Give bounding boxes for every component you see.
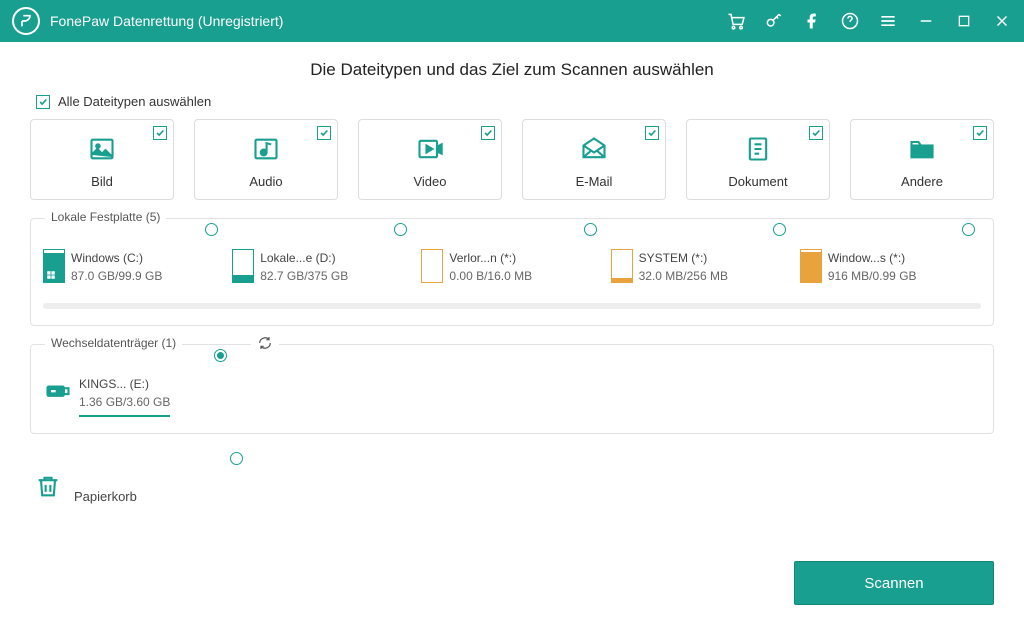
drive-win-name: Window...s (*:) [828, 249, 917, 267]
filetype-grid: Bild Audio Video E-Mail Dokument Andere [30, 119, 994, 200]
main-content: Die Dateitypen und das Ziel zum Scannen … [0, 42, 1024, 506]
usb-size: 1.36 GB/3.60 GB [79, 393, 170, 411]
drive-lost-name: Verlor...n (*:) [449, 249, 532, 267]
drive-lost-radio[interactable] [584, 223, 597, 236]
facebook-icon[interactable] [802, 11, 822, 31]
bild-label: Bild [91, 174, 113, 189]
select-all-label: Alle Dateitypen auswählen [58, 94, 211, 109]
key-icon[interactable] [764, 11, 784, 31]
usb-icon [43, 375, 73, 405]
video-checkbox[interactable] [481, 126, 495, 140]
drive-c-radio[interactable] [205, 223, 218, 236]
menu-icon[interactable] [878, 11, 898, 31]
help-icon[interactable] [840, 11, 860, 31]
close-icon[interactable] [992, 11, 1012, 31]
drive-d[interactable]: Lokale...e (D:)82.7 GB/375 GB [232, 247, 413, 285]
refresh-icon[interactable] [251, 335, 279, 356]
drive-d-radio[interactable] [394, 223, 407, 236]
drive-sys[interactable]: SYSTEM (*:)32.0 MB/256 MB [611, 247, 792, 285]
andere-label: Andere [901, 174, 943, 189]
scan-button[interactable]: Scannen [794, 561, 994, 605]
page-heading: Die Dateitypen und das Ziel zum Scannen … [30, 60, 994, 80]
usb-name: KINGS... (E:) [79, 375, 170, 393]
drive-d-name: Lokale...e (D:) [260, 249, 348, 267]
trash-label: Papierkorb [74, 489, 137, 506]
trash-icon [34, 471, 62, 506]
trash-section[interactable]: Papierkorb [34, 452, 994, 506]
select-all-row[interactable]: Alle Dateitypen auswählen [36, 94, 994, 109]
drive-sys-size: 32.0 MB/256 MB [639, 267, 728, 285]
document-icon [741, 134, 775, 164]
andere-checkbox[interactable] [973, 126, 987, 140]
audio-checkbox[interactable] [317, 126, 331, 140]
audio-label: Audio [249, 174, 282, 189]
filetype-email[interactable]: E-Mail [522, 119, 666, 200]
minimize-icon[interactable] [916, 11, 936, 31]
drive-win-size: 916 MB/0.99 GB [828, 267, 917, 285]
local-drives-legend: Lokale Festplatte (5) [45, 210, 166, 224]
drive-usb-radio[interactable] [214, 349, 227, 362]
drive-usb[interactable]: KINGS... (E:)1.36 GB/3.60 GB [43, 373, 233, 417]
select-all-checkbox[interactable] [36, 95, 50, 109]
drive-lost-size: 0.00 B/16.0 MB [449, 267, 532, 285]
window-title: FonePaw Datenrettung (Unregistriert) [50, 13, 726, 29]
filetype-audio[interactable]: Audio [194, 119, 338, 200]
bild-checkbox[interactable] [153, 126, 167, 140]
trash-radio[interactable] [230, 452, 243, 465]
dokument-label: Dokument [728, 174, 787, 189]
drive-d-size: 82.7 GB/375 GB [260, 267, 348, 285]
video-icon [413, 134, 447, 164]
drive-sys-name: SYSTEM (*:) [639, 249, 728, 267]
video-label: Video [413, 174, 446, 189]
image-icon [85, 134, 119, 164]
drive-c[interactable]: Windows (C:)87.0 GB/99.9 GB [43, 247, 224, 285]
app-logo-icon [12, 7, 40, 35]
email-icon [577, 134, 611, 164]
drive-lost[interactable]: Verlor...n (*:)0.00 B/16.0 MB [421, 247, 602, 285]
local-drives-section: Lokale Festplatte (5) Windows (C:)87.0 G… [30, 218, 994, 326]
filetype-bild[interactable]: Bild [30, 119, 174, 200]
folder-icon [905, 134, 939, 164]
filetype-video[interactable]: Video [358, 119, 502, 200]
titlebar: FonePaw Datenrettung (Unregistriert) [0, 0, 1024, 42]
filetype-dokument[interactable]: Dokument [686, 119, 830, 200]
dokument-checkbox[interactable] [809, 126, 823, 140]
filetype-andere[interactable]: Andere [850, 119, 994, 200]
drive-win[interactable]: Window...s (*:)916 MB/0.99 GB [800, 247, 981, 285]
email-label: E-Mail [576, 174, 613, 189]
removable-drives-section: Wechseldatenträger (1) KINGS... (E:)1.36… [30, 344, 994, 434]
drive-sys-radio[interactable] [773, 223, 786, 236]
audio-icon [249, 134, 283, 164]
drive-win-radio[interactable] [962, 223, 975, 236]
drive-c-size: 87.0 GB/99.9 GB [71, 267, 162, 285]
email-checkbox[interactable] [645, 126, 659, 140]
cart-icon[interactable] [726, 11, 746, 31]
removable-legend: Wechseldatenträger (1) [45, 336, 182, 350]
maximize-icon[interactable] [954, 11, 974, 31]
drive-c-name: Windows (C:) [71, 249, 162, 267]
local-drives-scrollbar[interactable] [43, 303, 981, 309]
